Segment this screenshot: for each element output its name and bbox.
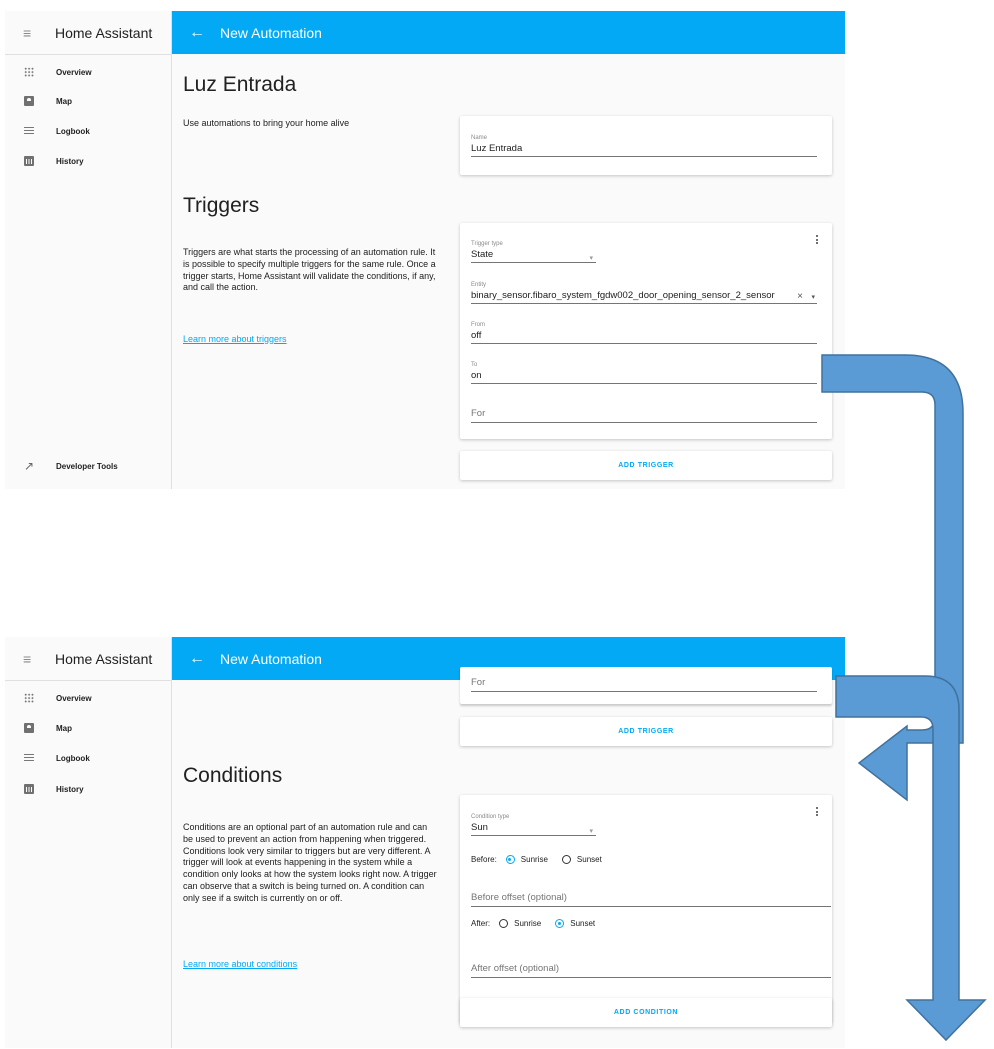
flow-arrows — [821, 354, 987, 1042]
